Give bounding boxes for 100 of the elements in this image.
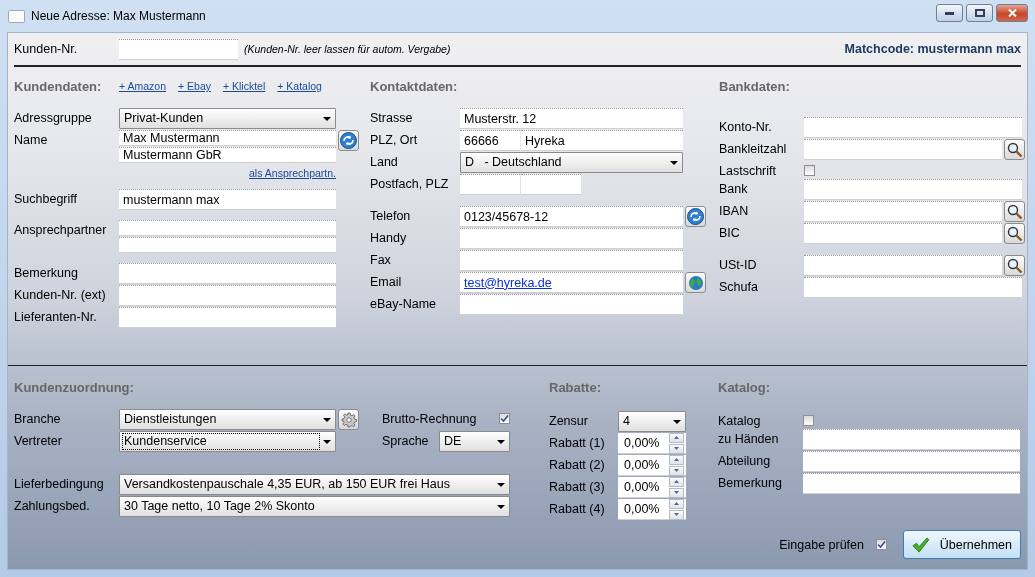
spinner-buttons[interactable] xyxy=(669,498,684,520)
field-label: Zahlungsbed. xyxy=(14,498,91,513)
globe-button[interactable] xyxy=(685,272,706,293)
spinner-buttons[interactable] xyxy=(669,432,684,454)
add-link[interactable]: + Katalog xyxy=(277,80,322,92)
text-field[interactable] xyxy=(521,174,581,195)
search-button[interactable] xyxy=(1004,201,1025,222)
section-heading: Kontaktdaten: xyxy=(370,78,458,94)
text-field[interactable] xyxy=(460,294,683,315)
text-field[interactable] xyxy=(119,307,336,328)
text-field[interactable] xyxy=(119,38,238,60)
add-link[interactable]: + Klicktel xyxy=(223,80,266,92)
number-field[interactable]: 0,00% xyxy=(618,455,686,476)
caret-icon xyxy=(323,439,331,444)
dropdown[interactable]: Dienstleistungen xyxy=(119,409,336,430)
caret-icon xyxy=(497,482,505,487)
text-field[interactable]: Mustermann GbR xyxy=(119,147,336,163)
dropdown[interactable]: 30 Tage netto, 10 Tage 2% Skonto xyxy=(119,496,510,517)
text-field[interactable] xyxy=(804,255,1002,276)
text-field[interactable] xyxy=(804,117,1022,138)
gear-button[interactable] xyxy=(338,409,359,430)
sync-button[interactable] xyxy=(338,130,359,151)
search-button[interactable] xyxy=(1004,255,1025,276)
minimize-button[interactable] xyxy=(936,4,963,22)
text-field[interactable] xyxy=(119,237,336,253)
text-field[interactable] xyxy=(460,250,683,271)
text-field[interactable] xyxy=(804,223,1002,244)
text-field[interactable] xyxy=(804,201,1002,222)
window-title: Neue Adresse: Max Mustermann xyxy=(31,9,206,23)
checkbox[interactable] xyxy=(804,165,815,176)
field-label: Name xyxy=(14,132,49,147)
text-field[interactable] xyxy=(803,451,1020,472)
add-link[interactable]: + Amazon xyxy=(119,80,166,92)
add-link[interactable]: + Ebay xyxy=(178,80,211,92)
apply-button[interactable]: Übernehmen xyxy=(903,530,1021,559)
search-button[interactable] xyxy=(1004,223,1025,244)
spinner-buttons[interactable] xyxy=(669,454,684,476)
field-label: Vertreter xyxy=(14,433,63,448)
maximize-button[interactable] xyxy=(966,4,993,22)
text-field[interactable] xyxy=(804,179,1022,200)
section-heading: Bankdaten: xyxy=(719,78,790,94)
text-field[interactable] xyxy=(119,285,336,306)
text-field[interactable] xyxy=(119,220,336,236)
contact-link[interactable]: als Ansprechpartn. xyxy=(249,167,336,179)
email-link[interactable]: test@hyreka.de xyxy=(464,275,552,290)
email-field[interactable]: test@hyreka.de xyxy=(460,272,683,293)
close-button[interactable] xyxy=(996,4,1028,22)
check-icon xyxy=(500,414,509,423)
section-heading: Kundenzuordnung: xyxy=(14,379,134,395)
close-icon xyxy=(1007,9,1017,17)
text-field[interactable]: Musterstr. 12 xyxy=(460,108,683,129)
section-heading: Kundendaten: xyxy=(14,78,103,94)
dropdown[interactable]: Kundenservice xyxy=(119,431,336,452)
text-field[interactable] xyxy=(803,473,1020,494)
spinner-buttons[interactable] xyxy=(669,476,684,498)
text-field[interactable] xyxy=(460,228,683,249)
field-label: Kunden-Nr. (ext) xyxy=(14,287,107,302)
text-field[interactable] xyxy=(119,263,336,284)
text-field[interactable]: Max Mustermann xyxy=(119,130,336,146)
dropdown[interactable]: DE xyxy=(439,431,510,452)
search-button[interactable] xyxy=(1004,139,1025,160)
text-field[interactable] xyxy=(804,139,1002,160)
text-field[interactable]: 66666 xyxy=(460,130,520,151)
text-field[interactable] xyxy=(804,277,1022,298)
dropdown[interactable]: Privat-Kunden xyxy=(119,108,336,129)
checkbox[interactable] xyxy=(876,539,887,550)
dropdown[interactable]: D - Deutschland xyxy=(460,152,683,173)
text-field[interactable]: mustermann max xyxy=(119,189,336,210)
text-field[interactable]: 0123/45678-12 xyxy=(460,206,683,227)
minimize-icon xyxy=(945,11,954,15)
sync-icon xyxy=(687,208,704,225)
dropdown[interactable]: Versandkostenpauschale 4,35 EUR, ab 150 EUR frei Haus xyxy=(119,474,510,495)
checkbox[interactable] xyxy=(803,415,814,426)
field-label: Lieferbedingung xyxy=(14,476,105,491)
globe-icon xyxy=(687,274,704,291)
field-label: IBAN xyxy=(719,203,750,218)
field-label: Email xyxy=(370,274,403,289)
hint-text: (Kunden-Nr. leer lassen für autom. Vergabe) xyxy=(244,43,451,55)
text-field[interactable] xyxy=(460,174,520,195)
field-label: Abteilung xyxy=(718,453,772,468)
sync-button[interactable] xyxy=(685,206,706,227)
field-label: Land xyxy=(370,154,399,169)
section-heading: Katalog: xyxy=(718,379,770,395)
search-icon xyxy=(1006,225,1023,242)
dropdown[interactable]: 4 xyxy=(618,411,686,432)
checkbox[interactable] xyxy=(499,413,510,424)
number-field[interactable]: 0,00% xyxy=(618,433,686,454)
field-label: Handy xyxy=(370,230,408,245)
text-field[interactable] xyxy=(803,429,1020,450)
field-label: Branche xyxy=(14,411,62,426)
maximize-icon xyxy=(974,9,985,17)
gear-icon xyxy=(340,411,357,428)
field-label: Ansprechpartner xyxy=(14,222,108,237)
field-label: Sprache xyxy=(382,433,429,448)
text-field[interactable]: Hyreka xyxy=(521,130,683,151)
number-field[interactable]: 0,00% xyxy=(618,499,686,520)
field-label: BIC xyxy=(719,225,741,240)
matchcode-text: Matchcode: mustermann max xyxy=(844,42,1021,56)
section-heading: Rabatte: xyxy=(549,379,601,395)
number-field[interactable]: 0,00% xyxy=(618,477,686,498)
